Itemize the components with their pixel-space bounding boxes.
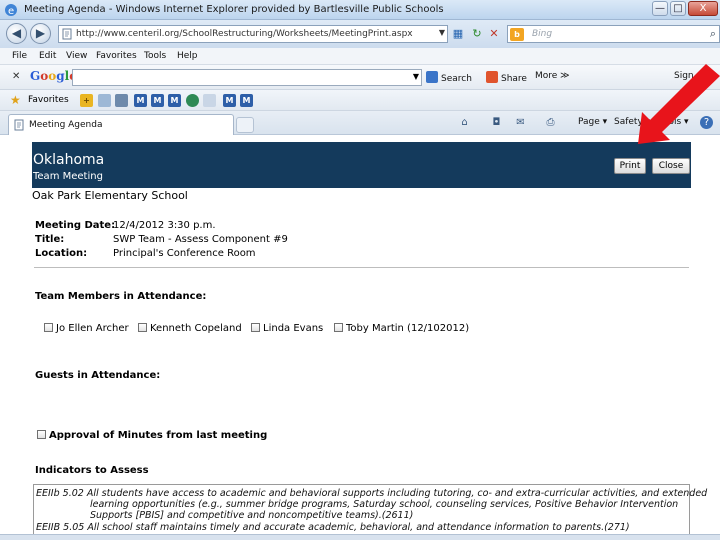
indicator-text: Supports [PBIS] and competitive and nonc… [90,510,414,521]
page-header: Oklahoma Team Meeting Print Close [32,142,691,188]
favorite-m-icon[interactable]: M [168,94,181,107]
title-label: Title: [35,234,65,245]
close-button[interactable]: Close [652,158,690,174]
google-share-button[interactable]: Share [486,71,527,84]
internet-explorer-icon: e [5,4,17,17]
bing-icon: b [510,28,524,41]
page-icon [14,119,24,131]
favorite-m-icon[interactable]: M [151,94,164,107]
window-close-button[interactable]: X [688,1,718,16]
member-name: Linda Evans [263,323,324,334]
google-logo: Google [30,69,77,83]
read-mail-icon[interactable]: ✉ [514,116,527,129]
school-name: Oak Park Elementary School [32,189,188,202]
page-menu[interactable]: Page ▾ [578,117,607,127]
title-bar: e Meeting Agenda - Windows Internet Expl… [0,0,720,20]
divider [34,267,689,268]
guests-heading: Guests in Attendance: [35,370,161,381]
favorite-m-icon[interactable]: M [240,94,253,107]
address-bar: ◀ ▶ http://www.centeril.org/SchoolRestru… [0,20,720,48]
location-label: Location: [35,248,88,259]
favorite-link-icon[interactable] [115,94,128,107]
favorite-page-icon[interactable] [203,94,216,107]
page-subtitle: Team Meeting [33,171,103,182]
window-title: Meeting Agenda - Windows Internet Explor… [24,4,444,15]
tab-meeting-agenda[interactable]: Meeting Agenda [8,114,234,135]
menu-help[interactable]: Help [177,51,198,61]
favorite-page-icon[interactable] [98,94,111,107]
meeting-date-label: Meeting Date: [35,220,116,231]
maximize-button[interactable]: □ [670,1,686,16]
status-bar [0,534,720,540]
url-field[interactable]: http://www.centeril.org/SchoolRestructur… [58,25,448,43]
tab-row: Meeting Agenda ⌂ ◘ ✉ ⎙ Page ▾ Safety ▾ T… [0,111,720,135]
favorite-m-icon[interactable]: M [223,94,236,107]
member-checkbox[interactable] [334,323,343,332]
location-value: Principal's Conference Room [113,248,256,259]
google-search-button[interactable]: Search [426,71,472,84]
search-placeholder: Bing [532,29,553,39]
indicators-heading: Indicators to Assess [35,465,149,476]
refresh-icon[interactable]: ↻ [469,26,485,42]
page-icon [62,28,72,40]
new-tab-button[interactable] [236,117,254,133]
indicator-text: EEIIB 5.05 All school staff maintains ti… [36,522,630,533]
google-toolbar: ✕ Google ▼ Search Share More ≫ Sign ⚒ [0,65,720,90]
menu-favorites[interactable]: Favorites [96,51,137,61]
menu-bar: File Edit View Favorites Tools Help [0,48,720,65]
favorites-bar: ★ Favorites + M M M M M [0,90,720,111]
share-icon [486,71,498,83]
stop-icon[interactable]: ✕ [486,26,502,42]
tab-label: Meeting Agenda [29,120,103,130]
members-heading: Team Members in Attendance: [35,291,207,302]
favorites-label[interactable]: Favorites [28,95,69,105]
browser-window: e Meeting Agenda - Windows Internet Expl… [0,0,720,540]
member-name: Jo Ellen Archer [56,323,129,334]
google-more-button[interactable]: More ≫ [535,71,570,81]
red-arrow-annotation [638,64,720,144]
url-text: http://www.centeril.org/SchoolRestructur… [76,29,413,39]
google-search-icon [426,71,438,83]
approval-checkbox[interactable] [37,430,46,439]
toolbar-close-icon[interactable]: ✕ [12,71,20,82]
back-button[interactable]: ◀ [6,23,27,44]
favorite-m-icon[interactable]: M [134,94,147,107]
forward-button[interactable]: ▶ [30,23,51,44]
globe-icon[interactable] [186,94,199,107]
home-icon[interactable]: ⌂ [458,116,471,129]
search-field[interactable]: b Bing ⌕ [507,25,720,43]
member-checkbox[interactable] [138,323,147,332]
google-search-input[interactable]: ▼ [72,69,422,86]
member-name: Kenneth Copeland [150,323,242,334]
page-content: Oklahoma Team Meeting Print Close Oak Pa… [0,135,720,540]
favorites-star-icon[interactable]: ★ [10,93,21,107]
print-button[interactable]: Print [614,158,646,174]
google-dropdown-icon[interactable]: ▼ [413,72,419,81]
member-checkbox[interactable] [251,323,260,332]
compatibility-view-icon[interactable]: ▦ [450,26,466,42]
print-icon[interactable]: ⎙ [544,116,557,129]
url-dropdown-icon[interactable]: ▼ [439,28,445,37]
menu-edit[interactable]: Edit [39,51,56,61]
menu-file[interactable]: File [12,51,27,61]
search-icon[interactable]: ⌕ [710,27,716,41]
title-value: SWP Team - Assess Component #9 [113,234,288,245]
menu-view[interactable]: View [66,51,87,61]
approval-label: Approval of Minutes from last meeting [49,430,268,441]
indicator-text: learning opportunities (e.g., summer bri… [90,499,679,510]
member-name: Toby Martin (12/102012) [346,323,470,334]
page-title: Oklahoma [33,152,105,168]
indicators-list[interactable]: EEIIb 5.02 All students have access to a… [33,484,707,540]
add-favorite-icon[interactable]: + [80,94,93,107]
svg-text:e: e [8,6,14,17]
indicator-text: EEIIb 5.02 All students have access to a… [36,488,708,499]
menu-tools[interactable]: Tools [144,51,166,61]
meeting-date-value: 12/4/2012 3:30 p.m. [113,220,216,231]
member-checkbox[interactable] [44,323,53,332]
minimize-button[interactable]: — [652,1,668,16]
feeds-icon[interactable]: ◘ [490,116,503,129]
